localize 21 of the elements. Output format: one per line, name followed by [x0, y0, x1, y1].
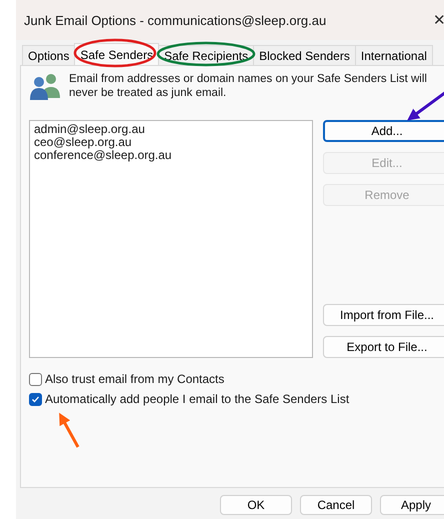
side-button[interactable]: Export to File... — [323, 336, 444, 358]
dialog-button[interactable]: Cancel — [300, 495, 372, 515]
checkmark-icon — [31, 394, 40, 404]
checkbox-label[interactable]: Automatically add people I email to the Safe Senders List — [45, 392, 350, 406]
checkbox-label[interactable]: Also trust email from my Contacts — [45, 372, 224, 386]
description-text: Email from addresses or domain names on your Safe Senders List will never be treated as junk email. — [69, 72, 428, 100]
list-item[interactable]: ceo@sleep.org.au — [34, 136, 308, 149]
tab[interactable]: International — [354, 45, 433, 65]
window-title: Junk Email Options - communications@sleep.org.au — [24, 12, 326, 28]
dialog-button[interactable]: OK — [220, 495, 292, 515]
side-button[interactable]: Add... — [323, 120, 444, 142]
close-button[interactable]: ✕ — [429, 11, 444, 29]
tab[interactable]: Options — [22, 45, 76, 65]
list-item[interactable]: admin@sleep.org.au — [34, 123, 308, 136]
dialog-button[interactable]: Apply — [380, 495, 444, 515]
checkbox[interactable] — [29, 392, 42, 406]
safe-senders-list[interactable]: admin@sleep.org.au ceo@sleep.org.au conference@sleep.org.au — [29, 120, 313, 358]
list-item[interactable]: conference@sleep.org.au — [34, 149, 308, 162]
people-icon — [29, 72, 61, 100]
side-button[interactable]: Import from File... — [323, 304, 444, 326]
checkbox[interactable] — [29, 372, 42, 386]
